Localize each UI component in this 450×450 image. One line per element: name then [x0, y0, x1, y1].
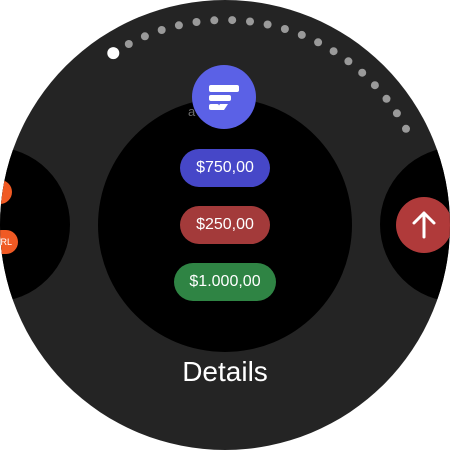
page-dot [263, 20, 272, 29]
app-logo-icon [192, 65, 256, 129]
page-dot [157, 26, 166, 34]
scroll-up-button[interactable] [396, 197, 450, 253]
page-dot [280, 25, 289, 33]
page-dot [314, 38, 323, 47]
page-dot [329, 47, 338, 56]
page-dot [192, 18, 201, 26]
page-dot [297, 30, 306, 39]
page-dot-active [107, 47, 120, 60]
page-dot [344, 57, 353, 66]
watch-screen: N RL a 7 $750,00 $250,00 $1.000,00 Detai… [0, 0, 450, 450]
page-dot [246, 17, 254, 26]
page-dot [370, 81, 379, 90]
amount-pill-blue[interactable]: $750,00 [180, 149, 270, 187]
page-dot [210, 16, 219, 25]
left-panel-label: N [6, 150, 12, 157]
page-dot [140, 32, 149, 41]
page-dot [124, 40, 133, 48]
page-dot [392, 109, 401, 118]
page-dot [402, 124, 410, 133]
details-title: Details [182, 356, 268, 387]
page-dot [228, 16, 237, 25]
page-dot [358, 68, 367, 77]
amount-pill-green[interactable]: $1.000,00 [174, 263, 276, 301]
arrow-up-icon [412, 211, 436, 239]
amount-pill-red[interactable]: $250,00 [180, 206, 270, 244]
page-dot [174, 21, 183, 30]
page-dot [382, 94, 391, 103]
